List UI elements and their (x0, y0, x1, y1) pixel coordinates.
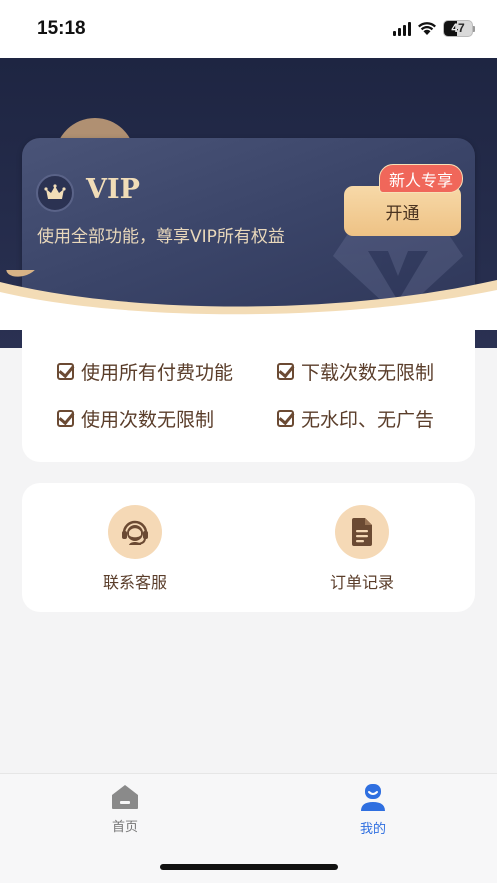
tab-home[interactable]: 首页 (85, 784, 165, 835)
open-vip-button[interactable]: 开通 (344, 186, 461, 236)
service-label: 联系客服 (102, 573, 167, 592)
crown-badge (36, 174, 74, 212)
benefit-label: 使用次数无限制 (81, 409, 215, 431)
benefit-label: 使用所有付费功能 (81, 362, 234, 384)
status-time: 15:18 (37, 18, 86, 39)
new-user-badge: 新人专享 (379, 164, 464, 193)
home-icon (112, 785, 138, 809)
benefit-item: 使用所有付费功能 (57, 358, 233, 385)
benefits-card: 使用所有付费功能 下载次数无限制 使用次数无限制 无水印、无广告 (22, 318, 475, 462)
user-icon (361, 784, 385, 811)
tab-label: 我的 (359, 822, 386, 837)
status-icons: 47 (393, 20, 475, 37)
benefit-item: 无水印、无广告 (277, 405, 434, 432)
order-history-button[interactable]: 订单记录 (297, 505, 427, 593)
tab-mine[interactable]: 我的 (333, 784, 413, 837)
benefit-label: 无水印、无广告 (301, 409, 435, 431)
vip-title: VIP (86, 174, 140, 205)
battery-icon: 47 (443, 20, 473, 37)
benefit-item: 使用次数无限制 (57, 405, 214, 432)
battery-level: 47 (451, 21, 465, 35)
customer-service-button[interactable]: 联系客服 (70, 505, 200, 593)
checkbox-icon (57, 363, 74, 380)
benefit-label: 下载次数无限制 (301, 362, 435, 384)
headset-icon (108, 505, 162, 559)
benefit-item: 下载次数无限制 (277, 358, 434, 385)
checkbox-icon (277, 410, 294, 427)
vip-subtitle: 使用全部功能，尊享VIP所有权益 (37, 227, 285, 247)
tab-label: 首页 (111, 820, 138, 835)
status-bar: 15:18 47 (0, 0, 497, 58)
crown-icon (44, 184, 66, 199)
home-indicator (160, 864, 338, 870)
services-card: 联系客服 订单记录 (22, 483, 475, 612)
document-icon (335, 505, 389, 559)
wifi-icon (418, 22, 436, 35)
service-label: 订单记录 (329, 573, 394, 592)
checkbox-icon (277, 363, 294, 380)
checkbox-icon (57, 410, 74, 427)
cellular-signal-icon (393, 21, 411, 36)
